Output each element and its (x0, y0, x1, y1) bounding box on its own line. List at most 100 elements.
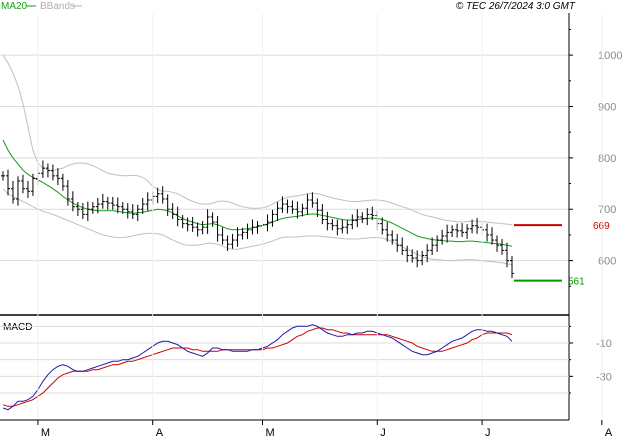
ohlc-bar (55, 168, 60, 186)
month-tick-label: M (265, 427, 274, 439)
x-axis-months: MAMJJA (37, 14, 613, 439)
ohlc-bar (425, 244, 430, 263)
ohlc-bar (195, 222, 200, 237)
ohlc-bar (455, 223, 460, 238)
copyright-text: © TEC 26/7/2024 3:0 GMT (456, 1, 576, 12)
ohlc-bar (435, 235, 440, 252)
ohlc-bar (50, 164, 55, 181)
macd-panel: MACD -10 -30 (0, 322, 612, 411)
ohlc-bar (340, 219, 345, 234)
ohlc-bar (255, 221, 260, 234)
ohlc-bar (335, 219, 340, 236)
ohlc-bar (275, 202, 280, 222)
macd-panel-title: MACD (3, 322, 32, 333)
ohlc-bar (110, 196, 115, 210)
ohlc-bar (65, 179, 70, 206)
ohlc-bar (420, 250, 425, 266)
ohlc-bar (20, 174, 25, 194)
ohlc-bar (80, 203, 85, 220)
ohlc-bar (40, 160, 45, 178)
legend: MA20 BBands (1, 1, 82, 12)
ohlc-bar (125, 203, 130, 219)
ohlc-bar (465, 224, 470, 240)
ohlc-bar (460, 223, 465, 237)
ohlc-bar (165, 194, 170, 216)
ohlc-bar (25, 180, 30, 198)
price-tick-label: 800 (598, 153, 616, 165)
bbands-upper-line (2, 54, 513, 226)
ohlc-bar (10, 180, 15, 204)
ohlc-bar (320, 204, 325, 225)
price-panel: 6007008009001000 669 561 (0, 28, 622, 288)
ohlc-bar (360, 212, 365, 224)
ohlc-bar (70, 191, 75, 212)
ohlc-bar (215, 215, 220, 242)
legend-bbands-label: BBands (40, 1, 75, 12)
ohlc-bar (250, 219, 255, 235)
ohlc-bar (160, 186, 165, 204)
ohlc-bar (130, 204, 135, 220)
ohlc-bar (440, 229, 445, 245)
forecast-low-label: 561 (568, 277, 585, 288)
ohlc-bar (365, 208, 370, 226)
ohlc-bar (100, 193, 105, 209)
ohlc-bar (450, 225, 455, 237)
ohlc-bar (230, 233, 235, 249)
month-tick-label: A (156, 427, 164, 439)
macd-tick-label: -30 (596, 371, 612, 383)
ohlc-bar (45, 163, 50, 178)
ohlc-bar (305, 193, 310, 215)
ohlc-bar (485, 223, 490, 242)
ohlc-bar (510, 255, 514, 279)
ohlc-bar (310, 192, 315, 208)
ohlc-bar (290, 200, 295, 214)
macd-gridlines (0, 325, 569, 394)
chart-canvas: MA20 BBands © TEC 26/7/2024 3:0 GMT 600 7… (0, 1, 622, 439)
ohlc-bar (345, 220, 350, 234)
ohlc-bar (5, 169, 10, 196)
ohlc-bar (180, 214, 185, 229)
ohlc-bar (90, 202, 95, 214)
ohlc-bar (500, 239, 505, 255)
ohlc-bar (145, 192, 150, 211)
ohlc-bar (200, 221, 205, 235)
ohlc-bar (60, 173, 65, 191)
macd-tick-label: -10 (596, 338, 612, 350)
ohlc-bar (285, 199, 290, 214)
macd-line (2, 324, 513, 411)
ohlc-bar (490, 227, 495, 245)
ohlc-bar (105, 196, 110, 210)
macd-signal-line (2, 327, 513, 407)
price-tick-label: 700 (598, 204, 616, 216)
ohlc-bar (300, 203, 305, 217)
ohlc-bar (265, 214, 270, 232)
ohlc-bar (270, 209, 275, 227)
macd-y-axis: -10 -30 (569, 325, 612, 394)
ohlc-bar (85, 201, 90, 222)
ohlc-bar (355, 209, 360, 228)
ohlc-bar (220, 227, 225, 245)
ohlc-bar (395, 233, 400, 252)
ohlc-bar (210, 212, 215, 227)
price-y-axis: 6007008009001000 (569, 28, 622, 287)
ohlc-bar (325, 211, 330, 231)
ohlc-bar (15, 176, 20, 206)
month-tick-label: A (605, 427, 613, 439)
ohlc-bar (1, 171, 5, 181)
ohlc-bar (170, 203, 175, 220)
ohlc-bar (475, 217, 480, 234)
price-tick-label: 900 (598, 101, 616, 113)
ohlc-bar (415, 250, 420, 268)
price-tick-label: 600 (598, 256, 616, 268)
ohlc-bar (330, 219, 335, 231)
legend-ma20-label: MA20 (1, 1, 28, 12)
month-tick-label: M (41, 427, 50, 439)
ohlc-bar (140, 197, 145, 214)
ohlc-bar (245, 223, 250, 240)
ohlc-bar (190, 216, 195, 232)
ohlc-bar (445, 224, 450, 243)
ohlc-bar (205, 209, 210, 234)
ohlc-bar (350, 214, 355, 230)
month-tick-label: J (380, 427, 386, 439)
month-tick-label: J (485, 427, 491, 439)
